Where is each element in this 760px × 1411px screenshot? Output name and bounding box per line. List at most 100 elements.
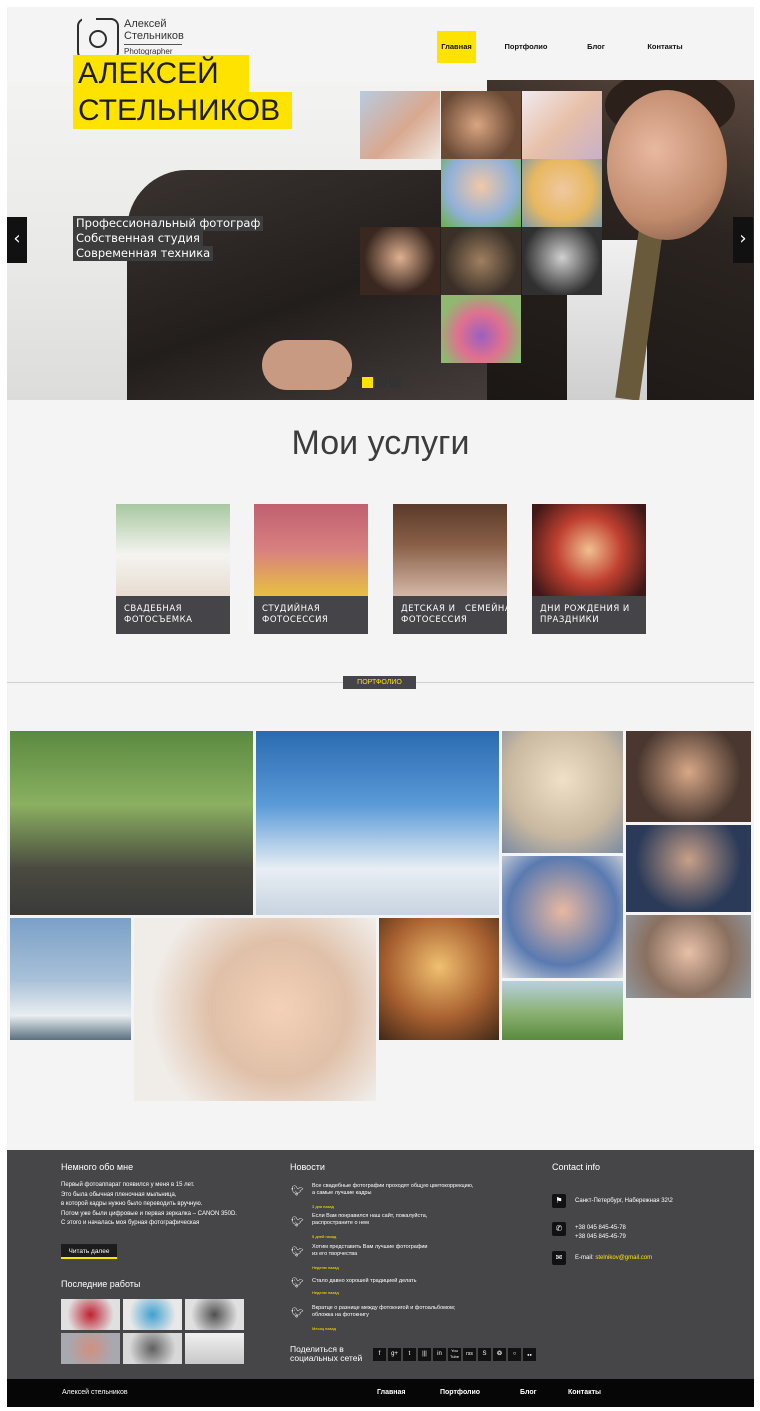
about-text: Первый фотоаппарат появился у меня в 15 … [61,1182,237,1226]
linkedin-icon[interactable]: in [433,1348,446,1361]
bottom-nav-contacts[interactable]: Контакты [568,1389,601,1396]
circle-icon[interactable]: ○ [508,1348,521,1361]
collage-photo [522,227,602,295]
twitter-icon: 🐦︎ [291,1247,304,1258]
portfolio-photo[interactable] [10,918,131,1040]
twitter-icon: 🐦︎ [291,1186,304,1197]
twitter-icon: 🐦︎ [291,1217,304,1228]
logo-name-line2: Стельников [124,30,184,42]
skype-icon[interactable]: S [478,1348,491,1361]
google-plus-icon[interactable]: g+ [388,1348,401,1361]
contact-email: E-mail: stelnikov@gmail.com [575,1255,653,1261]
hero-feature-3: Современная техника [73,246,214,261]
service-caption: ДЕТСКАЯ И СЕМЕЙНАЯ ФОТОСЕССИЯ [393,596,507,634]
slider-dot-3[interactable] [376,377,387,388]
slider-prev-button[interactable]: ‹ [7,217,27,263]
hero-title-line1: АЛЕКСЕЙ [73,55,249,92]
portfolio-photo[interactable] [502,981,623,1040]
logo-camera-icon[interactable] [77,16,119,60]
collage-photo [441,295,521,363]
news-item[interactable]: Если Вам понравился наш сайт, пожалуйста… [312,1213,427,1240]
nav-blog[interactable]: Блог [580,31,612,63]
dribbble-icon[interactable]: ❂ [493,1348,506,1361]
portfolio-photo[interactable] [626,915,751,998]
twitter-icon[interactable]: t [403,1348,416,1361]
service-caption: СВАДЕБНАЯ ФОТОСЪЕМКА [116,596,230,634]
portfolio-photo[interactable] [10,731,253,915]
about-title: Немного обо мне [61,1162,134,1172]
contact-title: Contact info [552,1162,601,1172]
slider-dot-4[interactable] [390,377,401,388]
hero-feature-1: Профессиональный фотограф [73,216,264,231]
news-item[interactable]: Вкратце о разнице между фотокнигой и фот… [312,1305,455,1332]
location-icon: ⚑ [552,1194,566,1208]
read-more-button[interactable]: Читать далее [61,1244,117,1259]
phone-icon: ✆ [552,1222,566,1236]
contact-address: Санкт-Петербург, Набережная 32\2 [575,1198,673,1204]
collage-photo [441,159,521,227]
portfolio-photo[interactable] [134,918,376,1101]
news-item[interactable]: Хотим представить Вам лучшие фотографии и… [312,1244,428,1271]
bars-icon[interactable]: ||| [418,1348,431,1361]
twitter-icon: 🐦︎ [291,1278,304,1289]
flickr-icon[interactable]: ●● [523,1348,536,1361]
bottom-nav-portfolio[interactable]: Портфолио [440,1389,480,1396]
news-item[interactable]: Стало давно хорошей традицией делать Неде… [312,1278,417,1296]
portfolio-photo[interactable] [256,731,499,915]
nav-home[interactable]: Главная [437,31,476,63]
slider-dot-1[interactable] [347,377,358,388]
service-photo [393,504,507,596]
recent-work-thumb[interactable] [61,1299,120,1330]
recent-work-thumb[interactable] [123,1333,182,1364]
facebook-icon[interactable]: f [373,1348,386,1361]
service-card-family[interactable]: ДЕТСКАЯ И СЕМЕЙНАЯ ФОТОСЕССИЯ [393,504,507,634]
chevron-left-icon: ‹ [13,228,21,249]
recent-work-thumb[interactable] [123,1299,182,1330]
service-photo [254,504,368,596]
nav-contacts[interactable]: Контакты [640,31,690,63]
portfolio-photo[interactable] [626,825,751,912]
bottom-nav-home[interactable]: Главная [377,1389,405,1396]
logo-name[interactable]: Алексей Стельников [124,18,184,42]
mail-icon: ✉ [552,1251,566,1265]
rss-icon[interactable]: rss [463,1348,476,1361]
slider-dot-2[interactable] [362,377,373,388]
logo-name-line1: Алексей [124,18,167,30]
portfolio-photo[interactable] [502,731,623,853]
collage-photo [360,91,440,159]
share-label: Поделиться в социальных сетей [290,1344,363,1363]
collage-photo [522,91,602,159]
service-card-studio[interactable]: СТУДИЙНАЯ ФОТОСЕССИЯ [254,504,368,634]
nav-portfolio[interactable]: Портфолио [498,31,554,63]
service-card-wedding[interactable]: СВАДЕБНАЯ ФОТОСЪЕМКА [116,504,230,634]
collage-photo [360,227,440,295]
service-photo [532,504,646,596]
youtube-icon[interactable]: You Tube [448,1348,461,1361]
recent-work-thumb[interactable] [185,1299,244,1330]
recent-work-thumb[interactable] [185,1333,244,1364]
logo-divider [124,44,182,45]
portfolio-label[interactable]: ПОРТФОЛИО [343,676,416,689]
collage-photo [441,91,521,159]
service-caption: ДНИ РОЖДЕНИЯ И ПРАЗДНИКИ [532,596,646,634]
portfolio-photo[interactable] [626,731,751,822]
email-link[interactable]: stelnikov@gmail.com [595,1255,652,1261]
portfolio-photo[interactable] [379,918,499,1040]
collage-photo [522,159,602,227]
service-caption: СТУДИЙНАЯ ФОТОСЕССИЯ [254,596,368,634]
bottom-nav-blog[interactable]: Блог [520,1389,537,1396]
service-photo [116,504,230,596]
service-card-birthday[interactable]: ДНИ РОЖДЕНИЯ И ПРАЗДНИКИ [532,504,646,634]
hero-title-line2: СТЕЛЬНИКОВ [73,92,293,129]
news-title: Новости [290,1162,325,1172]
contact-phones: +38 045 845-45-78 +38 045 845-45-79 [575,1225,626,1240]
slider-dots [347,377,413,388]
twitter-icon: 🐦︎ [291,1308,304,1319]
recent-work-thumb[interactable] [61,1333,120,1364]
copyright: Алексей стельников [62,1389,128,1396]
slider-next-button[interactable]: › [733,217,753,263]
hero-feature-2: Собственная студия [73,231,203,246]
news-item[interactable]: Все свадебные фотографии проходят общую … [312,1183,473,1210]
portfolio-photo[interactable] [502,856,623,978]
collage-photo [441,227,521,295]
